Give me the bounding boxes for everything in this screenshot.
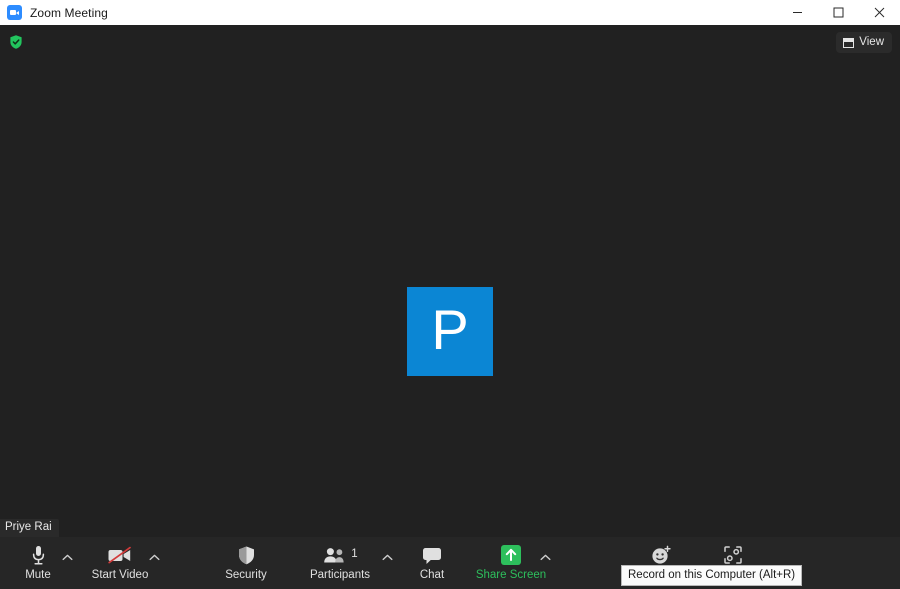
video-off-icon bbox=[105, 543, 135, 567]
record-tooltip: Record on this Computer (Alt+R) bbox=[621, 565, 802, 586]
security-button-label: Security bbox=[225, 570, 267, 582]
video-options-chevron-icon[interactable] bbox=[147, 550, 161, 564]
mute-button[interactable]: Mute bbox=[18, 541, 58, 585]
participants-options-chevron-icon[interactable] bbox=[380, 550, 394, 564]
shield-icon bbox=[237, 543, 256, 567]
participants-button[interactable]: 1 Participants bbox=[304, 541, 376, 585]
encryption-shield-icon[interactable] bbox=[8, 34, 24, 50]
share-screen-options-chevron-icon[interactable] bbox=[538, 550, 552, 564]
title-bar-left: Zoom Meeting bbox=[0, 5, 108, 20]
zoom-camera-icon bbox=[7, 5, 22, 20]
mute-button-label: Mute bbox=[25, 570, 51, 582]
start-video-button-label: Start Video bbox=[92, 570, 149, 582]
chat-button-label: Chat bbox=[420, 570, 444, 582]
meeting-video-area: View P Priye Rai bbox=[0, 25, 900, 537]
chat-button[interactable]: Chat bbox=[410, 541, 454, 585]
share-screen-arrow-icon bbox=[500, 543, 522, 567]
maximize-button[interactable] bbox=[818, 0, 859, 25]
self-name-text: Priye Rai bbox=[5, 522, 52, 534]
security-button[interactable]: Security bbox=[218, 541, 274, 585]
participants-button-label: Participants bbox=[310, 570, 370, 582]
zoom-meeting-window: Zoom Meeting bbox=[0, 0, 900, 589]
record-tooltip-text: Record on this Computer (Alt+R) bbox=[628, 570, 795, 582]
participants-count: 1 bbox=[351, 549, 357, 561]
self-name-label: Priye Rai bbox=[0, 519, 59, 537]
chat-bubble-icon bbox=[421, 543, 443, 567]
view-button-label: View bbox=[859, 37, 884, 49]
microphone-icon bbox=[31, 543, 46, 567]
reactions-smiley-icon bbox=[650, 543, 672, 567]
share-screen-button-label: Share Screen bbox=[476, 570, 546, 582]
view-button[interactable]: View bbox=[836, 32, 892, 53]
window-title: Zoom Meeting bbox=[30, 6, 108, 20]
close-button[interactable] bbox=[859, 0, 900, 25]
self-avatar-tile: P bbox=[407, 287, 493, 376]
start-video-button[interactable]: Start Video bbox=[86, 541, 154, 585]
minimize-button[interactable] bbox=[777, 0, 818, 25]
window-controls bbox=[777, 0, 900, 25]
title-bar: Zoom Meeting bbox=[0, 0, 900, 25]
people-icon: 1 bbox=[322, 543, 357, 567]
layout-grid-icon bbox=[843, 38, 854, 48]
breakout-rooms-icon bbox=[722, 543, 744, 567]
audio-options-chevron-icon[interactable] bbox=[60, 550, 74, 564]
avatar-initial: P bbox=[431, 302, 468, 358]
